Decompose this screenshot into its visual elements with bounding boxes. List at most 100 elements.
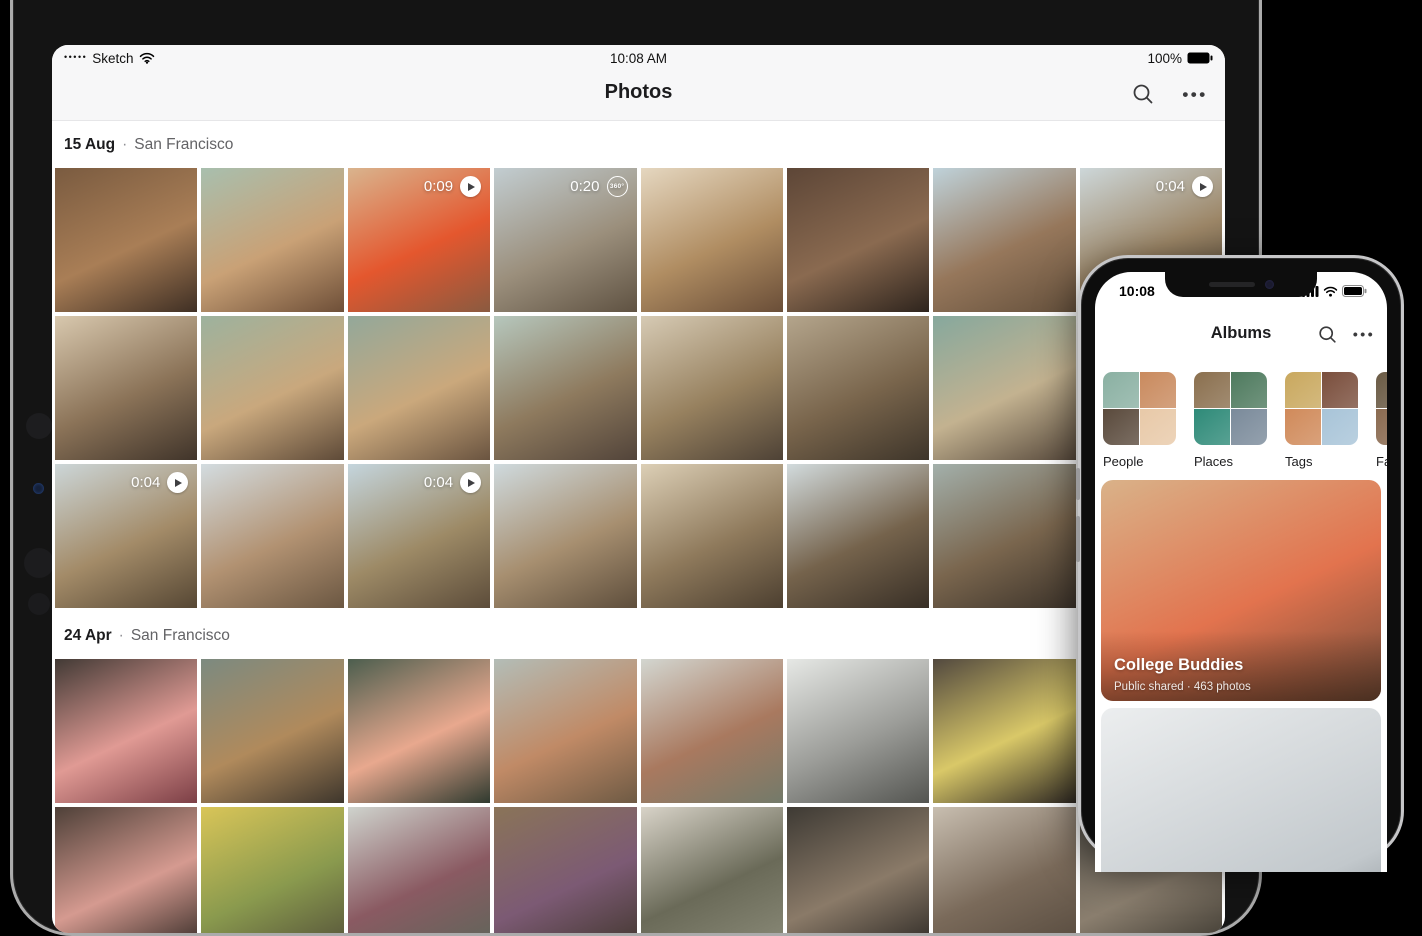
photo-thumbnail[interactable] xyxy=(933,316,1075,460)
photo-thumbnail[interactable] xyxy=(787,807,929,933)
album-categories-row: People Places Tags Favorites xyxy=(1095,372,1387,474)
photo-thumbnail[interactable] xyxy=(787,659,929,803)
video-duration: 0:04 xyxy=(131,474,160,491)
360-badge-icon: 360° xyxy=(607,176,628,197)
more-menu-button[interactable]: ••• xyxy=(1179,79,1211,109)
tablet-screen: ••••• Sketch 10:08 AM 100% Photos ••• xyxy=(52,45,1225,933)
album-category-people[interactable]: People xyxy=(1103,372,1176,474)
front-camera xyxy=(1265,280,1274,289)
more-icon: ••• xyxy=(1182,86,1207,103)
search-icon xyxy=(1132,83,1154,105)
category-label: Places xyxy=(1194,454,1267,469)
photo-thumbnail[interactable] xyxy=(348,807,490,933)
category-thumbnail xyxy=(1103,372,1139,408)
photo-thumbnail[interactable] xyxy=(494,659,636,803)
wifi-icon xyxy=(139,52,155,64)
category-thumbnail xyxy=(1285,409,1321,445)
photo-thumbnail[interactable] xyxy=(641,316,783,460)
category-thumbnail xyxy=(1285,372,1321,408)
album-category-favorites[interactable]: Favorites xyxy=(1376,372,1387,474)
photo-thumbnail[interactable] xyxy=(933,464,1075,608)
album-category-places[interactable]: Places xyxy=(1194,372,1267,474)
album-card[interactable] xyxy=(1101,708,1381,872)
video-duration-overlay: 0:20 360° xyxy=(570,176,627,197)
category-thumbnail xyxy=(1140,372,1176,408)
photo-thumbnail[interactable]: 0:04 xyxy=(55,464,197,608)
cell-signal-icon: ••••• xyxy=(64,52,87,62)
photo-thumbnail[interactable] xyxy=(641,464,783,608)
section-separator: · xyxy=(119,627,124,645)
photo-thumbnail[interactable]: 0:04 xyxy=(348,464,490,608)
section-location: San Francisco xyxy=(134,136,233,154)
play-icon xyxy=(460,472,481,493)
photo-thumbnail[interactable] xyxy=(787,168,929,312)
carrier-label: Sketch xyxy=(92,51,133,66)
photo-thumbnail[interactable] xyxy=(933,659,1075,803)
photo-thumbnail[interactable] xyxy=(494,464,636,608)
photo-thumbnail[interactable] xyxy=(641,807,783,933)
category-thumbnail xyxy=(1322,409,1358,445)
search-button[interactable] xyxy=(1127,79,1159,109)
photo-thumbnail[interactable] xyxy=(494,316,636,460)
tablet-top-chrome: ••••• Sketch 10:08 AM 100% Photos ••• xyxy=(52,45,1225,121)
photo-thumbnail[interactable] xyxy=(641,168,783,312)
status-time: 10:08 xyxy=(1119,283,1155,299)
photo-thumbnail[interactable] xyxy=(348,316,490,460)
album-title: College Buddies xyxy=(1114,656,1243,675)
phone-device: 10:08 Albums ••• People Places Tags Favorit… xyxy=(1078,255,1404,861)
photo-thumbnail[interactable] xyxy=(55,659,197,803)
section-date: 15 Aug xyxy=(64,136,115,154)
more-icon: ••• xyxy=(1353,327,1375,341)
photo-thumbnail[interactable] xyxy=(55,168,197,312)
photo-thumbnail[interactable] xyxy=(933,168,1075,312)
search-icon xyxy=(1318,325,1337,344)
category-thumbnail xyxy=(1231,409,1267,445)
search-button[interactable] xyxy=(1313,320,1341,348)
battery-icon xyxy=(1187,52,1213,64)
phone-notch xyxy=(1165,272,1317,297)
photo-thumbnail[interactable] xyxy=(201,659,343,803)
category-thumbnail xyxy=(1103,409,1139,445)
photo-thumbnail[interactable] xyxy=(55,807,197,933)
photo-thumbnail[interactable] xyxy=(201,464,343,608)
photo-thumbnail[interactable] xyxy=(787,464,929,608)
photo-thumbnail[interactable]: 0:20 360° xyxy=(494,168,636,312)
tablet-sensor-dot xyxy=(28,593,50,615)
photo-grid-row xyxy=(52,659,1225,803)
video-duration-overlay: 0:04 xyxy=(424,472,481,493)
play-icon xyxy=(167,472,188,493)
photo-grid-row xyxy=(52,316,1225,460)
photo-thumbnail[interactable] xyxy=(201,168,343,312)
photo-thumbnail[interactable] xyxy=(201,316,343,460)
category-thumbnail-grid xyxy=(1285,372,1358,445)
photo-thumbnail[interactable] xyxy=(201,807,343,933)
phone-nav-bar: Albums ••• xyxy=(1095,312,1387,354)
section-separator: · xyxy=(122,136,127,154)
video-duration-overlay: 0:09 xyxy=(424,176,481,197)
video-duration-overlay: 0:04 xyxy=(1156,176,1213,197)
photo-thumbnail[interactable] xyxy=(933,807,1075,933)
photo-grid-row xyxy=(52,807,1225,933)
album-card-college-buddies[interactable]: College Buddies Public shared · 463 phot… xyxy=(1101,480,1381,701)
battery-percent: 100% xyxy=(1147,51,1182,66)
album-category-tags[interactable]: Tags xyxy=(1285,372,1358,474)
photo-grid-row: 0:04 0:04 xyxy=(52,464,1225,608)
play-icon xyxy=(1192,176,1213,197)
category-thumbnail xyxy=(1140,409,1176,445)
video-duration: 0:04 xyxy=(1156,178,1185,195)
photo-thumbnail[interactable] xyxy=(787,316,929,460)
photo-thumbnail[interactable] xyxy=(55,316,197,460)
photo-thumbnail[interactable] xyxy=(348,659,490,803)
tablet-front-camera xyxy=(33,483,44,494)
battery-icon xyxy=(1342,285,1367,297)
date-section-header: 15 Aug · San Francisco xyxy=(52,121,1225,168)
status-time: 10:08 AM xyxy=(610,51,667,66)
album-subtitle: Public shared · 463 photos xyxy=(1114,681,1251,693)
phone-volume-down-button xyxy=(1076,516,1080,562)
category-thumbnail-grid xyxy=(1194,372,1267,445)
video-duration: 0:20 xyxy=(570,178,599,195)
photo-thumbnail[interactable] xyxy=(494,807,636,933)
photo-thumbnail[interactable] xyxy=(641,659,783,803)
photo-thumbnail[interactable]: 0:09 xyxy=(348,168,490,312)
more-menu-button[interactable]: ••• xyxy=(1349,320,1379,348)
